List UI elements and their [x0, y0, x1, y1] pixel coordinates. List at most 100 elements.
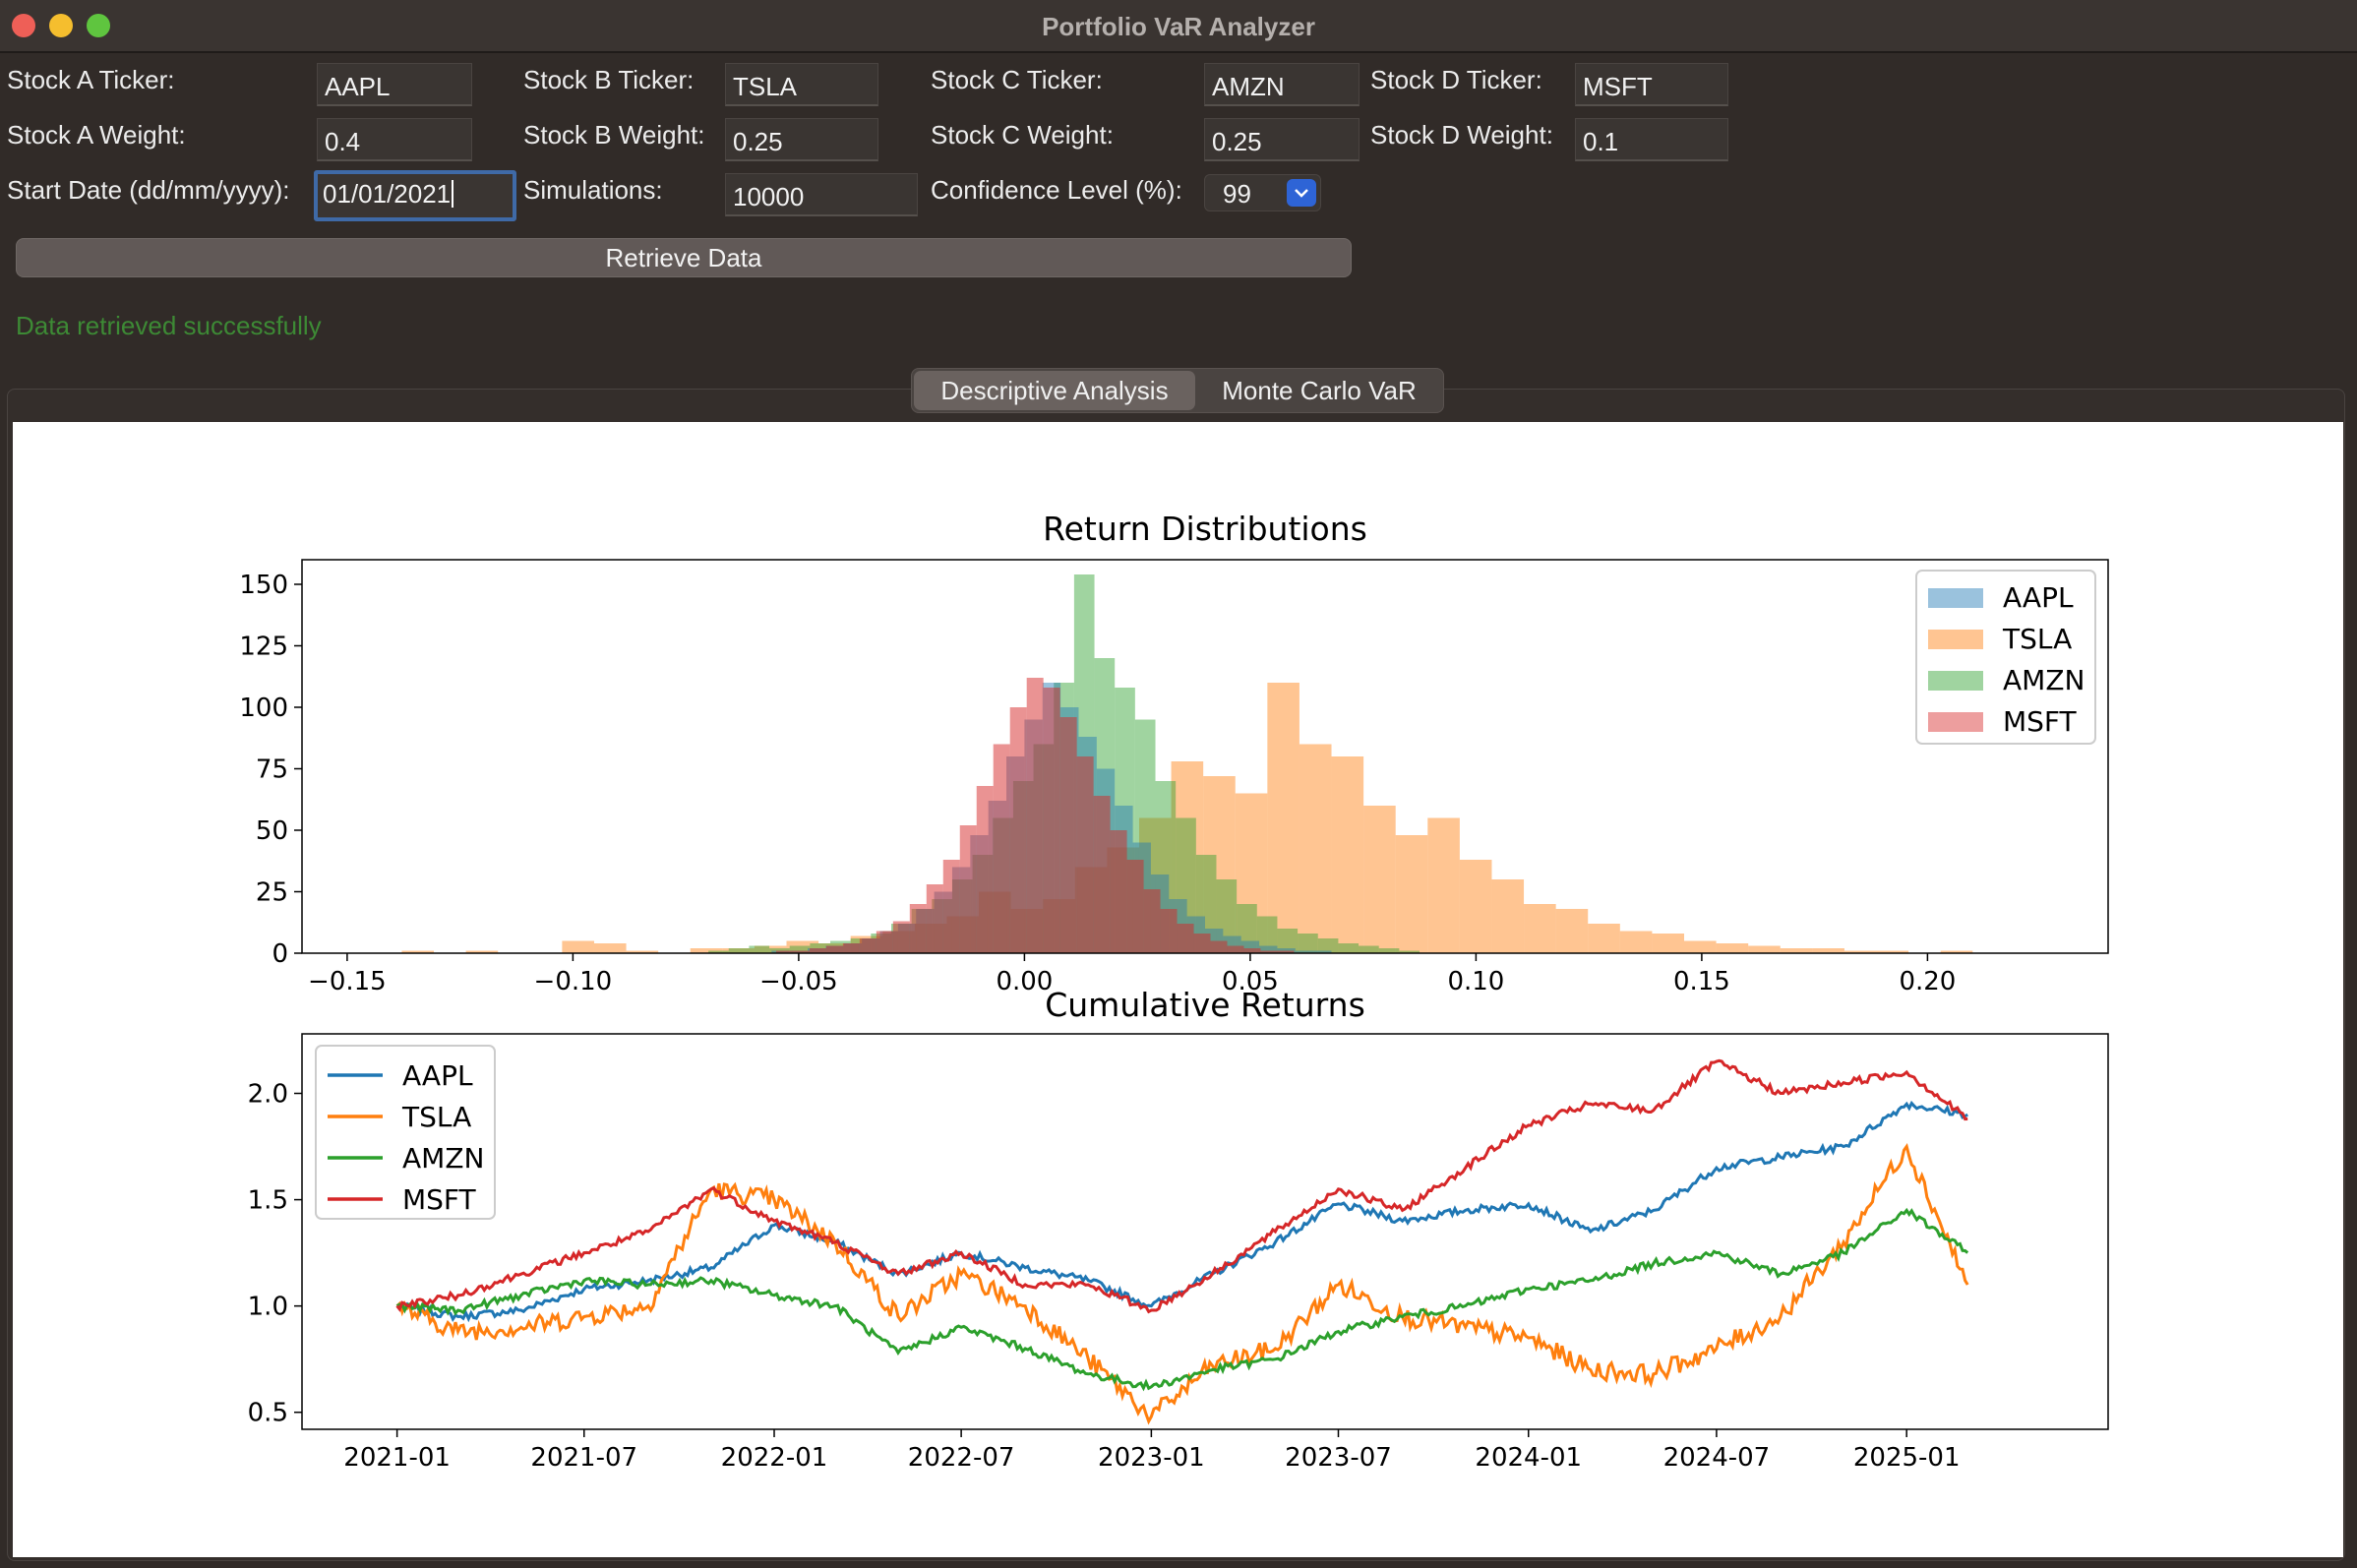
x-tick-label: 2021-01 — [343, 1443, 451, 1473]
histogram-bar — [1026, 678, 1044, 953]
histogram-bar — [1491, 879, 1525, 953]
series-line-aapl — [396, 1100, 1968, 1323]
stock-a-ticker-input[interactable]: AAPL — [317, 63, 472, 106]
y-tick-label: 75 — [256, 755, 288, 785]
tab-bar: Descriptive Analysis Monte Carlo VaR — [911, 368, 1444, 413]
histogram-bar — [1126, 860, 1144, 953]
histogram-bar — [1193, 934, 1211, 953]
legend-label: MSFT — [2003, 705, 2078, 738]
histogram-bar — [1459, 860, 1492, 953]
stock-c-ticker-label: Stock C Ticker: — [931, 65, 1103, 94]
x-tick-label: 2024-01 — [1475, 1443, 1582, 1473]
legend-label: MSFT — [402, 1183, 477, 1216]
histogram-bar — [825, 945, 843, 953]
histogram-bar — [1298, 934, 1318, 953]
y-tick-label: 150 — [239, 571, 288, 600]
x-tick-label: −0.15 — [308, 967, 387, 996]
stock-b-weight-input[interactable]: 0.25 — [725, 118, 878, 161]
chevron-down-icon[interactable] — [1287, 179, 1316, 207]
plot-canvas: Return Distributions −0.15 −0.10 −0.05 0.00 0… — [13, 422, 2343, 1557]
start-date-input[interactable]: 01/01/2021 — [314, 170, 516, 221]
start-date-value: 01/01/2021 — [323, 179, 452, 209]
x-tick-label: −0.10 — [534, 967, 613, 996]
histogram-bar — [1359, 945, 1379, 953]
stock-a-weight-input[interactable]: 0.4 — [317, 118, 472, 161]
histogram-bar — [1588, 924, 1620, 953]
histogram-bar — [993, 744, 1010, 953]
confidence-level-label: Confidence Level (%): — [931, 175, 1182, 205]
stock-d-weight-label: Stock D Weight: — [1370, 120, 1553, 150]
histogram-bar — [976, 786, 994, 953]
histogram-bar — [1093, 796, 1111, 953]
legend-swatch — [1928, 712, 1983, 732]
y-tick-label: 50 — [256, 816, 288, 846]
window-title: Portfolio VaR Analyzer — [1042, 12, 1315, 41]
histogram-bar — [892, 921, 910, 953]
x-tick-label: 0.10 — [1447, 967, 1504, 996]
cumulative-returns-chart: Cumulative Returns 2021-01 2021-07 2022-01 2… — [248, 986, 2109, 1473]
app-window: Portfolio VaR Analyzer Stock A Ticker: A… — [0, 0, 2357, 1568]
start-date-label: Start Date (dd/mm/yyyy): — [7, 175, 290, 205]
histogram-bar — [1210, 940, 1228, 953]
chart-title: Return Distributions — [1043, 510, 1367, 548]
stock-b-ticker-input[interactable]: TSLA — [725, 63, 878, 106]
y-tick-label: 1.0 — [248, 1293, 288, 1322]
x-tick-label: 0.20 — [1899, 967, 1956, 996]
histogram-bar — [1076, 756, 1094, 953]
histogram-bar — [1043, 688, 1060, 953]
legend-label: AAPL — [2003, 581, 2074, 614]
legend-label: TSLA — [2002, 623, 2072, 655]
status-message: Data retrieved successfully — [16, 311, 322, 340]
legend-label: AAPL — [402, 1059, 473, 1092]
x-tick-label: 0.15 — [1673, 967, 1730, 996]
legend-label: AMZN — [2003, 664, 2085, 696]
histogram-bar — [1331, 756, 1364, 953]
chart-title: Cumulative Returns — [1045, 986, 1365, 1024]
simulations-input[interactable]: 10000 — [725, 173, 918, 216]
legend-label: AMZN — [402, 1142, 484, 1175]
stock-c-weight-input[interactable]: 0.25 — [1204, 118, 1360, 161]
histogram-bar — [1619, 931, 1653, 953]
series-line-amzn — [395, 1207, 1969, 1392]
histogram-bar — [1748, 945, 1781, 953]
stock-a-weight-label: Stock A Weight: — [7, 120, 186, 150]
stock-c-ticker-input[interactable]: AMZN — [1204, 63, 1360, 106]
stock-c-weight-label: Stock C Weight: — [931, 120, 1114, 150]
y-tick-label: 100 — [239, 694, 288, 723]
x-tick-label: 2021-07 — [530, 1443, 637, 1473]
histogram-bar — [1299, 744, 1332, 953]
retrieve-data-button[interactable]: Retrieve Data — [16, 238, 1352, 277]
histogram-bar — [926, 884, 943, 953]
histogram-bar — [1338, 943, 1360, 953]
stock-d-weight-input[interactable]: 0.1 — [1575, 118, 1728, 161]
y-tick-label: 1.5 — [248, 1186, 288, 1216]
stock-a-ticker-label: Stock A Ticker: — [7, 65, 175, 94]
series-line-msft — [395, 1058, 1968, 1314]
histogram-bar — [1143, 889, 1161, 953]
histogram-bar — [1555, 909, 1589, 953]
stock-d-ticker-input[interactable]: MSFT — [1575, 63, 1728, 106]
confidence-level-select[interactable]: 99 — [1204, 174, 1321, 211]
histogram-bar — [1427, 817, 1460, 953]
histogram-bar — [1177, 924, 1194, 953]
stock-b-ticker-label: Stock B Ticker: — [523, 65, 695, 94]
x-tick-label: 2024-07 — [1663, 1443, 1771, 1473]
y-tick-label: 25 — [256, 878, 288, 908]
tab-descriptive-analysis[interactable]: Descriptive Analysis — [914, 371, 1195, 410]
histogram-bar — [876, 931, 893, 953]
stock-d-ticker-label: Stock D Ticker: — [1370, 65, 1542, 94]
histogram-bar — [749, 945, 770, 953]
histogram-bar — [959, 825, 977, 953]
histogram-bar — [1363, 806, 1396, 953]
tab-monte-carlo-var[interactable]: Monte Carlo VaR — [1199, 371, 1439, 410]
x-tick-label: 2023-01 — [1098, 1443, 1205, 1473]
histogram-bar — [1110, 830, 1127, 953]
legend-swatch — [1928, 671, 1983, 691]
histogram-bar — [1267, 683, 1299, 953]
histogram-bar — [1160, 909, 1178, 953]
legend-swatch — [1928, 630, 1983, 649]
histogram-bar — [1652, 934, 1684, 953]
x-tick-label: 2022-07 — [908, 1443, 1015, 1473]
legend-label: TSLA — [401, 1101, 471, 1133]
x-tick-label: −0.05 — [759, 967, 838, 996]
